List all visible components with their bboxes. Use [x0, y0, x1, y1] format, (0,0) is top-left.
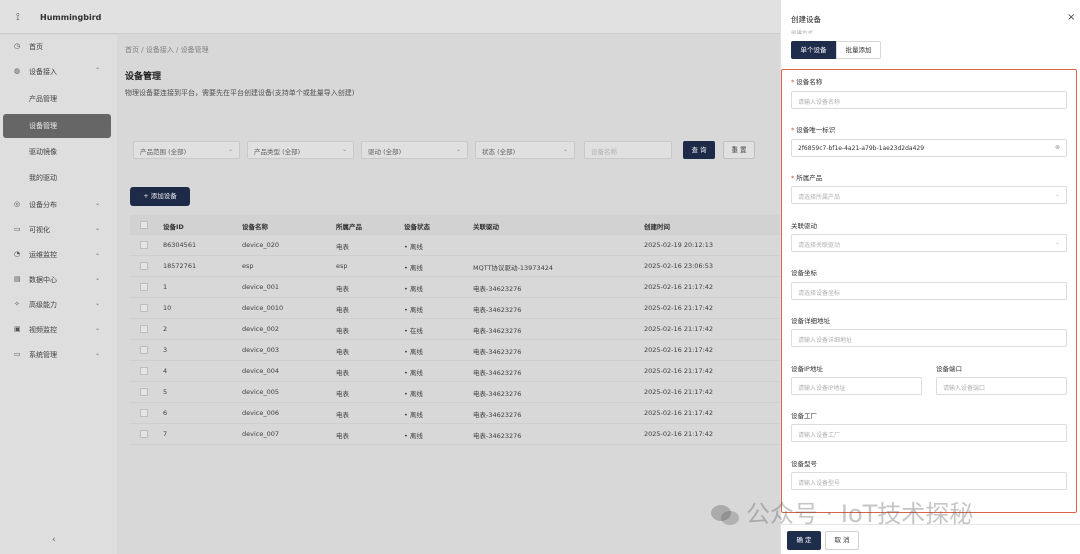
- input-value: 2f6859c7-bf1e-4a21-a79b-1ae23d2da429: [798, 145, 925, 152]
- watermark: 公众号 · IoT技术探秘: [710, 494, 973, 529]
- port-label: 设备端口: [936, 365, 962, 373]
- product-label: * 所属产品: [791, 172, 822, 182]
- modal-overlay[interactable]: [0, 0, 780, 554]
- wechat-icon: [711, 505, 739, 525]
- input-placeholder: 请输入设备型号: [798, 480, 841, 487]
- create-mode-label: 创建方式: [791, 31, 814, 34]
- ip-label: 设备IP地址: [791, 365, 823, 373]
- tab-batch-add[interactable]: 批量添加: [836, 41, 881, 59]
- close-icon[interactable]: ×: [1067, 12, 1075, 23]
- device-name-label: * 设备名称: [791, 76, 822, 86]
- ip-input[interactable]: 请输入设备IP地址: [791, 377, 922, 395]
- drawer-title: 创建设备: [791, 15, 821, 24]
- product-select[interactable]: 请选择所属产品 ⌄: [791, 186, 1067, 204]
- watermark-text: 公众号 · IoT技术探秘: [746, 500, 974, 528]
- app-root: ⟟ Hummingbird ◷ 首页 ◍ 设备接入 ⌃ 产品管理 设备管理 驱动…: [0, 0, 1080, 554]
- input-placeholder: 请输入设备IP地址: [798, 385, 846, 392]
- required-mark: *: [791, 126, 795, 134]
- coordinate-input[interactable]: 请选择设备坐标: [791, 282, 1067, 300]
- input-placeholder: 请选择关联驱动: [798, 242, 841, 249]
- model-label: 设备型号: [791, 460, 817, 468]
- label-text: 设备名称: [796, 78, 823, 86]
- input-placeholder: 请输入设备详细地址: [798, 337, 853, 344]
- coordinate-label: 设备坐标: [791, 269, 817, 277]
- input-placeholder: 请输入设备名称: [798, 99, 841, 106]
- chevron-down-icon: ⌄: [1054, 239, 1060, 246]
- cancel-button[interactable]: 取 消: [825, 531, 859, 550]
- required-mark: *: [791, 78, 795, 86]
- input-placeholder: 请选择所属产品: [798, 194, 841, 201]
- input-placeholder: 请输入设备端口: [943, 385, 986, 392]
- address-input[interactable]: 请输入设备详细地址: [791, 329, 1067, 347]
- label-text: 设备唯一标识: [796, 126, 836, 134]
- driver-label: 关联驱动: [791, 222, 817, 230]
- clear-icon[interactable]: ⊗: [1055, 144, 1060, 151]
- chevron-down-icon: ⌄: [1054, 191, 1060, 198]
- create-device-drawer: 创建设备 × 创建方式 单个设备 批量添加 * 设备名称 请输入设备名称 * 设备唯…: [780, 0, 1080, 554]
- device-uid-label: * 设备唯一标识: [791, 124, 835, 134]
- required-mark: *: [791, 174, 795, 182]
- input-placeholder: 请输入设备工厂: [798, 432, 841, 439]
- label-text: 所属产品: [796, 174, 823, 182]
- port-input[interactable]: 请输入设备端口: [936, 377, 1067, 395]
- factory-input[interactable]: 请输入设备工厂: [791, 424, 1067, 442]
- driver-select[interactable]: 请选择关联驱动 ⌄: [791, 234, 1067, 252]
- address-label: 设备详细地址: [791, 317, 830, 325]
- create-device-form: * 设备名称 请输入设备名称 * 设备唯一标识 2f6859c7-bf1e-4a21…: [781, 69, 1077, 513]
- model-input[interactable]: 请输入设备型号: [791, 472, 1067, 490]
- device-name-input[interactable]: 请输入设备名称: [791, 91, 1067, 109]
- input-placeholder: 请选择设备坐标: [798, 290, 841, 297]
- factory-label: 设备工厂: [791, 412, 817, 420]
- confirm-button[interactable]: 确 定: [787, 531, 821, 550]
- tab-single-device[interactable]: 单个设备: [791, 41, 836, 59]
- device-uid-input[interactable]: 2f6859c7-bf1e-4a21-a79b-1ae23d2da429 ⊗: [791, 139, 1067, 157]
